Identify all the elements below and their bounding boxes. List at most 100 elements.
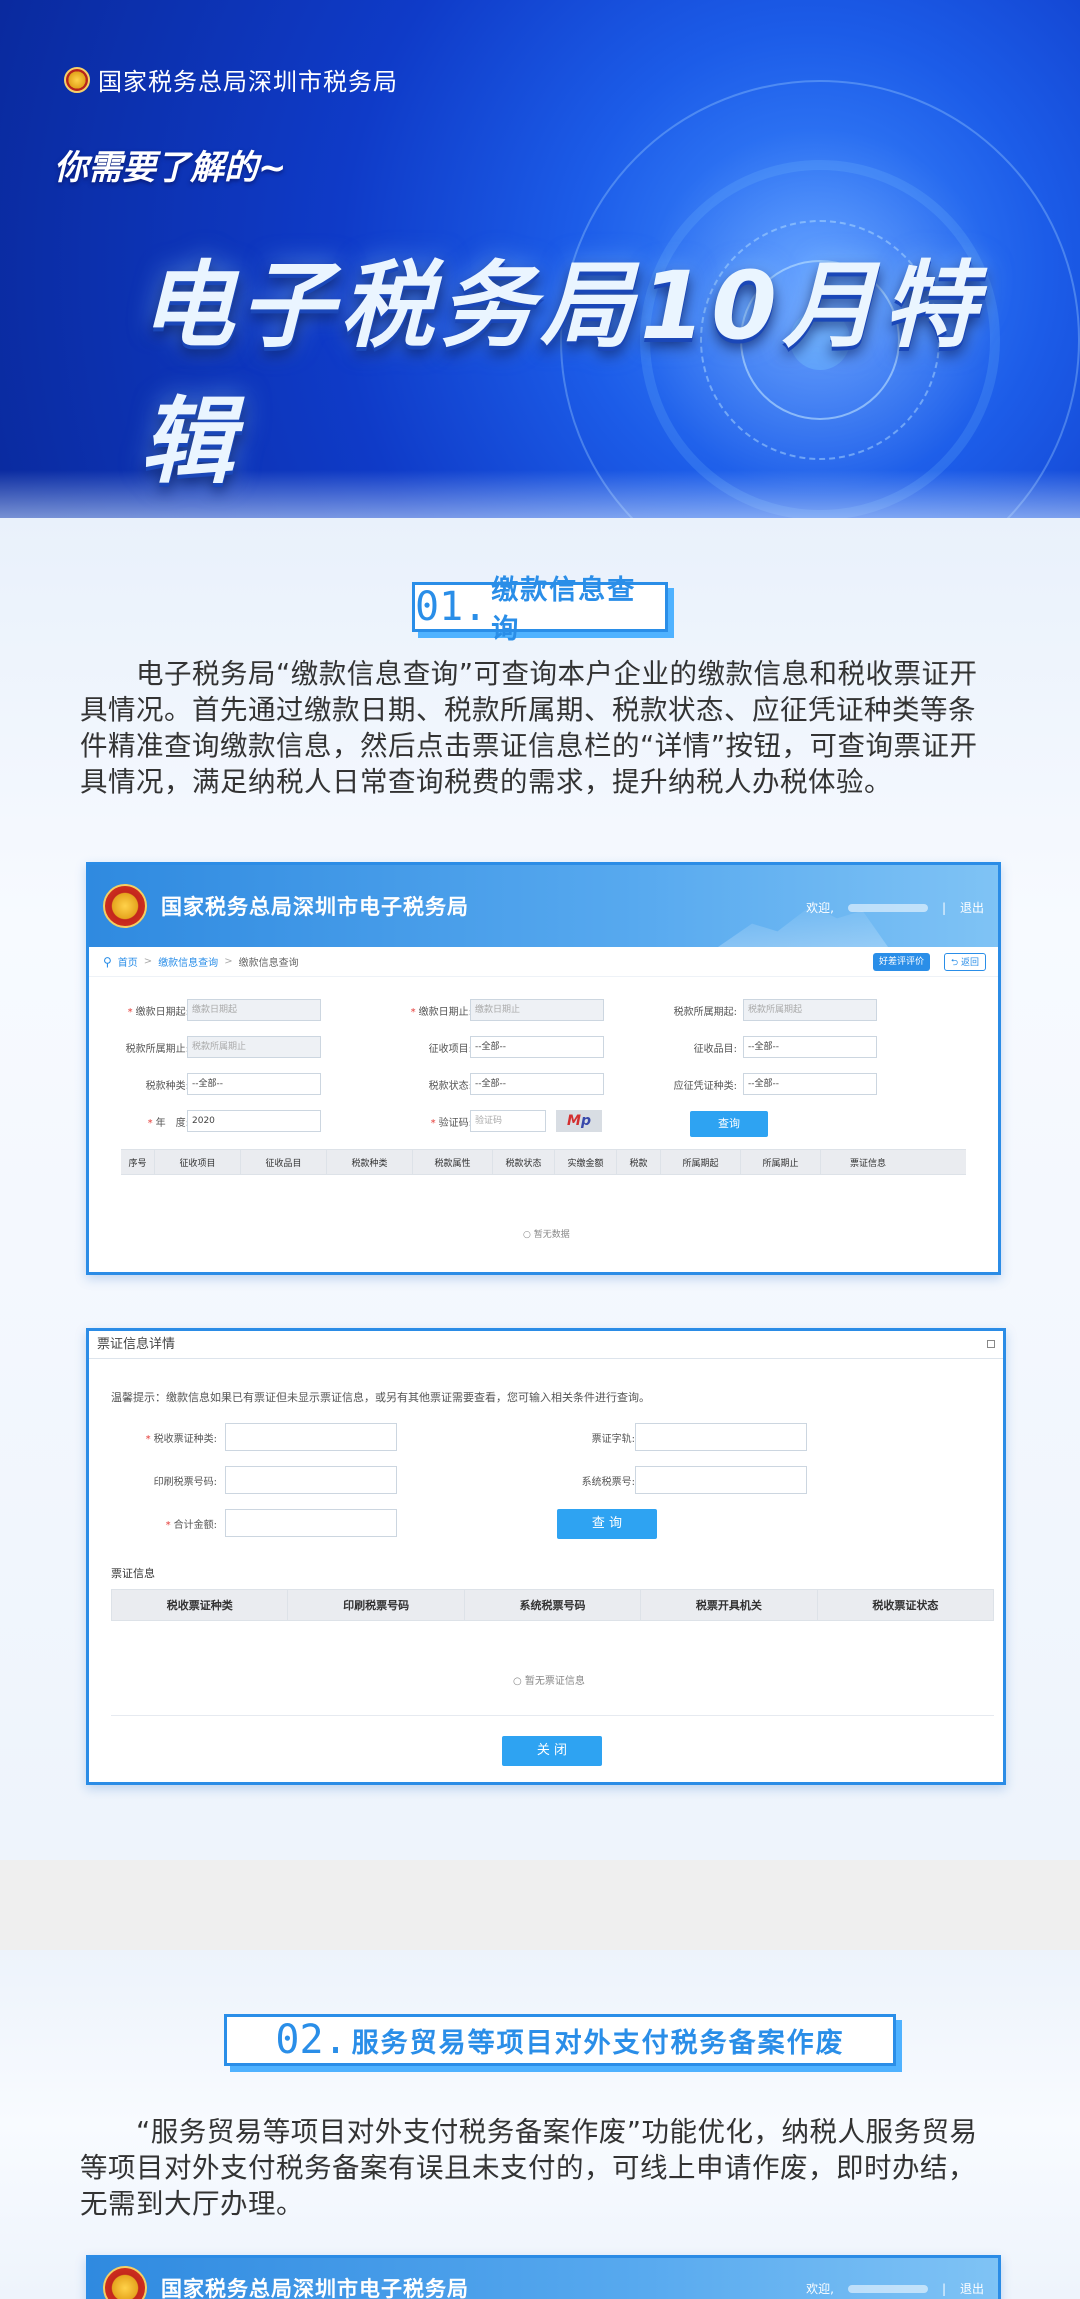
system-no-input[interactable] bbox=[635, 1466, 807, 1494]
tax-emblem-icon bbox=[64, 66, 90, 93]
org-logo-row: 国家税务总局深圳市税务局 bbox=[64, 62, 398, 97]
pay-date-from-input[interactable]: 缴款日期起 bbox=[187, 999, 321, 1021]
col-header[interactable]: 印刷税票号码 bbox=[288, 1590, 465, 1620]
col-header[interactable]: 实缴金额 bbox=[555, 1150, 617, 1174]
breadcrumb-parent[interactable]: 缴款信息查询 bbox=[158, 954, 218, 969]
tax-period-from-input[interactable]: 税款所属期起 bbox=[743, 999, 877, 1021]
paragraph-text: “服务贸易等项目对外支付税务备案作废”功能优化，纳税人服务贸易等项目对外支付税务… bbox=[80, 2116, 978, 2220]
tax-status-label: 税款状态: bbox=[428, 1081, 472, 1092]
no-data-text: ○ 暂无数据 bbox=[523, 1230, 570, 1240]
back-label: 返回 bbox=[960, 958, 979, 968]
voucher-word-input[interactable] bbox=[635, 1423, 807, 1451]
levy-product-select[interactable]: --全部-- bbox=[743, 1036, 877, 1058]
ticket-detail-modal-screenshot: 票证信息详情 温馨提示：缴款信息如果已有票证但未显示票证信息，或另有其他票证需要… bbox=[86, 1328, 1006, 1785]
col-header[interactable]: 税票开具机关 bbox=[641, 1590, 818, 1620]
etax-title: 国家税务总局深圳市电子税务局 bbox=[161, 895, 469, 919]
levy-product-label: 征收品目: bbox=[693, 1044, 737, 1055]
print-no-input[interactable] bbox=[225, 1466, 397, 1494]
captcha-label: * 验证码: bbox=[430, 1118, 472, 1129]
pay-date-from-label: * 缴款日期起: bbox=[127, 1007, 189, 1018]
evaluate-button[interactable]: 好差评评价 bbox=[872, 953, 930, 971]
maximize-icon[interactable] bbox=[987, 1340, 995, 1348]
section-2-paragraph: “服务贸易等项目对外支付税务备案作废”功能优化，纳税人服务贸易等项目对外支付税务… bbox=[80, 2114, 1000, 2222]
tax-period-from-label: 税款所属期起: bbox=[673, 1007, 737, 1018]
etax-header: 国家税务总局深圳市电子税务局 欢迎, | 退出 bbox=[89, 865, 998, 947]
section-gap bbox=[0, 1860, 1080, 1950]
col-header[interactable]: 税款状态 bbox=[493, 1150, 555, 1174]
user-area: 欢迎, | 退出 bbox=[806, 2280, 984, 2297]
col-header[interactable]: 系统税票号码 bbox=[465, 1590, 642, 1620]
captcha-image[interactable]: Mp bbox=[556, 1110, 602, 1132]
total-amount-label: * 合计金额: bbox=[165, 1520, 217, 1531]
voucher-word-label: 票证字轨: bbox=[591, 1434, 635, 1445]
col-header[interactable]: 税款属性 bbox=[413, 1150, 493, 1174]
col-header[interactable]: 所属期止 bbox=[741, 1150, 821, 1174]
modal-voucher-type-select[interactable] bbox=[225, 1423, 397, 1451]
section-1-paragraph: 电子税务局“缴款信息查询”可查询本户企业的缴款信息和税收票证开具情况。首先通过缴… bbox=[80, 656, 1000, 800]
tax-emblem-icon bbox=[103, 884, 147, 928]
captcha-input[interactable]: 验证码 bbox=[470, 1110, 546, 1132]
banner-title: 电子税务局10月特辑 bbox=[140, 252, 983, 497]
col-header[interactable]: 税款种类 bbox=[327, 1150, 413, 1174]
org-name: 国家税务总局深圳市税务局 bbox=[98, 69, 398, 96]
section-1-heading: 01. 缴款信息查询 bbox=[412, 575, 668, 645]
modal-tip: 温馨提示：缴款信息如果已有票证但未显示票证信息，或另有其他票证需要查看，您可输入… bbox=[111, 1391, 650, 1404]
modal-voucher-type-label: * 税收票证种类: bbox=[145, 1434, 217, 1445]
section-2-heading: 02. 服务贸易等项目对外支付税务备案作废 bbox=[224, 2014, 896, 2066]
user-area: 欢迎, | 退出 bbox=[806, 899, 984, 916]
pay-date-to-label: * 缴款日期止: bbox=[410, 1007, 472, 1018]
col-header[interactable]: 征收项目 bbox=[155, 1150, 241, 1174]
breadcrumb-separator: > bbox=[143, 956, 153, 967]
tax-status-select[interactable]: --全部-- bbox=[470, 1073, 604, 1095]
no-ticket-text: ○ 暂无票证信息 bbox=[513, 1676, 585, 1687]
voucher-type-label: 应征凭证种类: bbox=[673, 1081, 737, 1092]
year-label: * 年 度: bbox=[147, 1118, 189, 1129]
etax-header: 国家税务总局深圳市电子税务局 欢迎, | 退出 bbox=[89, 2258, 998, 2299]
voucher-type-select[interactable]: --全部-- bbox=[743, 1073, 877, 1095]
filing-cancel-screenshot: 国家税务总局深圳市电子税务局 欢迎, | 退出 bbox=[86, 2255, 1001, 2299]
tax-period-to-label: 税款所属期止: bbox=[125, 1044, 189, 1055]
breadcrumb-current: 缴款信息查询 bbox=[238, 958, 299, 969]
col-header[interactable]: 序号 bbox=[121, 1150, 155, 1174]
close-button[interactable]: 关 闭 bbox=[502, 1736, 602, 1766]
payment-query-screenshot: 国家税务总局深圳市电子税务局 欢迎, | 退出 ⚲ 首页 > 缴款信息查询 > … bbox=[86, 862, 1001, 1275]
ticket-info-label: 票证信息 bbox=[111, 1567, 155, 1580]
col-header[interactable]: 税款 bbox=[617, 1150, 661, 1174]
breadcrumb: ⚲ 首页 > 缴款信息查询 > 缴款信息查询 好差评评价 ⮌ 返回 bbox=[89, 947, 998, 977]
welcome-text: 欢迎, bbox=[806, 901, 834, 915]
back-button[interactable]: ⮌ 返回 bbox=[943, 953, 986, 971]
query-form: * 缴款日期起: 缴款日期起 * 缴款日期止: 缴款日期止 税款所属期起: 税款所属… bbox=[89, 977, 998, 1177]
col-header[interactable]: 税收票证状态 bbox=[818, 1590, 993, 1620]
levy-item-select[interactable]: --全部-- bbox=[470, 1036, 604, 1058]
tax-period-to-input[interactable]: 税款所属期止 bbox=[187, 1036, 321, 1058]
blurred-username bbox=[847, 903, 928, 912]
query-button[interactable]: 查询 bbox=[690, 1111, 768, 1137]
location-pin-icon: ⚲ bbox=[103, 954, 112, 969]
col-header[interactable]: 所属期起 bbox=[661, 1150, 741, 1174]
blurred-username bbox=[847, 2284, 928, 2293]
col-header[interactable]: 税收票证种类 bbox=[112, 1590, 289, 1620]
logout-link[interactable]: 退出 bbox=[960, 2280, 984, 2297]
payment-table-header: 序号 征收项目 征收品目 税款种类 税款属性 税款状态 实缴金额 税款 所属期起… bbox=[121, 1149, 966, 1175]
section-number: 02. bbox=[275, 2017, 348, 2063]
modal-title: 票证信息详情 bbox=[97, 1337, 176, 1352]
divider: | bbox=[941, 900, 946, 915]
modal-query-button[interactable]: 查 询 bbox=[557, 1509, 657, 1539]
modal-title-bar: 票证信息详情 bbox=[89, 1331, 1003, 1359]
pay-date-to-input[interactable]: 缴款日期止 bbox=[470, 999, 604, 1021]
levy-item-label: 征收项目: bbox=[428, 1044, 472, 1055]
logout-link[interactable]: 退出 bbox=[960, 899, 984, 916]
tax-type-select[interactable]: --全部-- bbox=[187, 1073, 321, 1095]
year-select[interactable]: 2020 bbox=[187, 1110, 321, 1132]
welcome-text: 欢迎, bbox=[806, 2282, 834, 2296]
section-title: 缴款信息查询 bbox=[491, 575, 637, 645]
banner-subhead: 你需要了解的~ bbox=[54, 148, 287, 188]
ticket-table-header: 税收票证种类 印刷税票号码 系统税票号码 税票开具机关 税收票证状态 bbox=[111, 1589, 994, 1621]
section-title: 服务贸易等项目对外支付税务备案作废 bbox=[351, 2027, 845, 2059]
col-header[interactable]: 票证信息 bbox=[821, 1150, 915, 1174]
col-header[interactable]: 征收品目 bbox=[241, 1150, 327, 1174]
tax-emblem-icon bbox=[103, 2266, 147, 2299]
breadcrumb-home[interactable]: 首页 bbox=[118, 954, 138, 969]
total-amount-input[interactable] bbox=[225, 1509, 397, 1537]
divider: | bbox=[941, 2281, 946, 2296]
